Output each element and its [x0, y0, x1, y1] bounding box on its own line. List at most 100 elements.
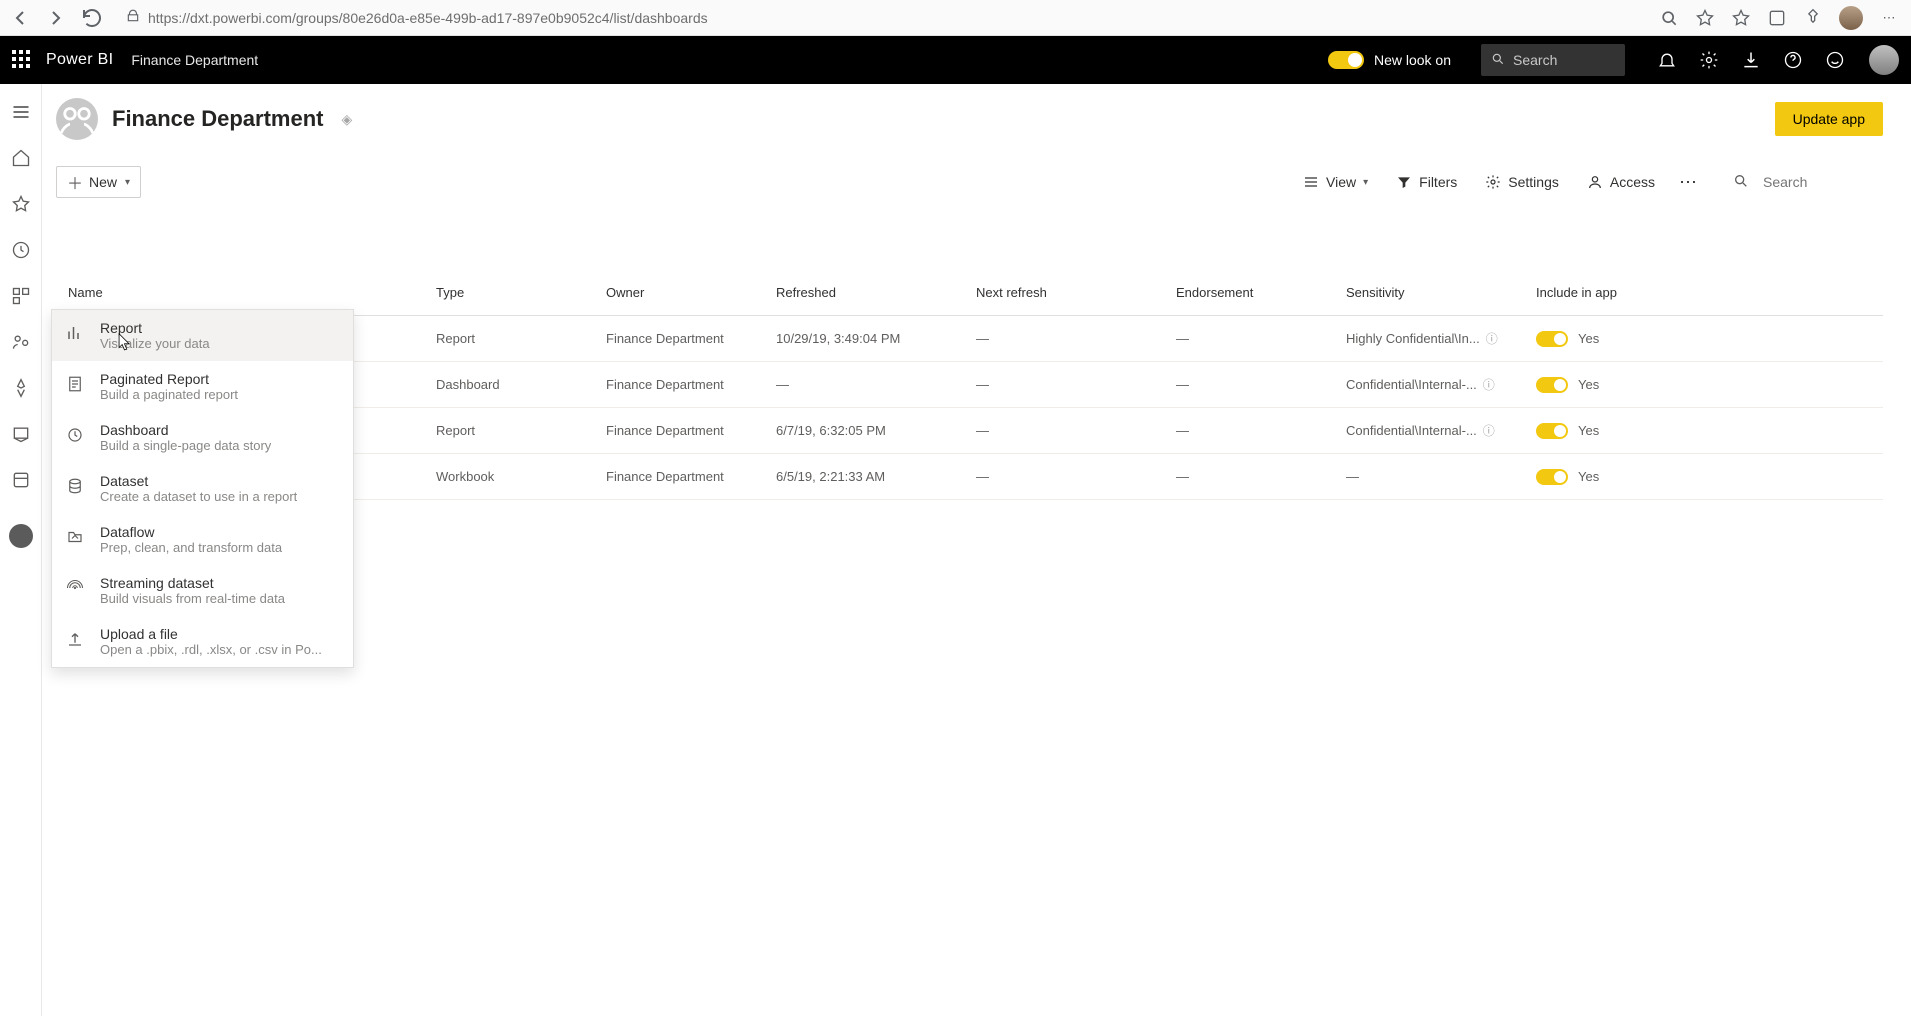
- workspace-header: Finance Department ◈ Update app: [56, 98, 1883, 140]
- view-icon: [1303, 174, 1319, 190]
- access-button[interactable]: Access: [1587, 174, 1655, 190]
- col-include[interactable]: Include in app: [1536, 285, 1883, 300]
- new-look-toggle[interactable]: [1328, 51, 1364, 69]
- new-menu-item[interactable]: Dashboard Build a single-page data story: [52, 412, 353, 463]
- col-endorsement[interactable]: Endorsement: [1176, 285, 1346, 300]
- user-avatar[interactable]: [1869, 45, 1899, 75]
- breadcrumb-context[interactable]: Finance Department: [131, 52, 258, 68]
- include-toggle[interactable]: [1536, 423, 1568, 439]
- favorites-rail-icon[interactable]: [11, 194, 31, 214]
- deployment-icon[interactable]: [11, 378, 31, 398]
- new-look-toggle-group[interactable]: New look on: [1328, 51, 1451, 69]
- help-icon[interactable]: [1783, 50, 1803, 70]
- cell-endorsement: —: [1176, 423, 1346, 438]
- cell-next-refresh: —: [976, 469, 1176, 484]
- workspace-toolbar: ＋ New ▾ View ▾ Filters Settings Access: [56, 164, 1883, 200]
- new-menu-item[interactable]: Report Visualize your data: [52, 310, 353, 361]
- new-menu-item[interactable]: Upload a file Open a .pbix, .rdl, .xlsx,…: [52, 616, 353, 667]
- col-owner[interactable]: Owner: [606, 285, 776, 300]
- global-search[interactable]: Search: [1481, 44, 1625, 76]
- menu-item-subtitle: Create a dataset to use in a report: [100, 489, 297, 504]
- col-refreshed[interactable]: Refreshed: [776, 285, 976, 300]
- browser-more-icon[interactable]: ⋯: [1879, 8, 1899, 28]
- include-label: Yes: [1578, 331, 1599, 346]
- cell-endorsement: —: [1176, 331, 1346, 346]
- menu-item-title: Dataflow: [100, 524, 282, 540]
- workspaces-icon[interactable]: [11, 470, 31, 490]
- cell-refreshed: 10/29/19, 3:49:04 PM: [776, 331, 976, 346]
- recent-icon[interactable]: [11, 240, 31, 260]
- new-menu-item[interactable]: Dataflow Prep, clean, and transform data: [52, 514, 353, 565]
- pin-icon[interactable]: [1803, 8, 1823, 28]
- cell-type: Report: [436, 423, 606, 438]
- include-label: Yes: [1578, 423, 1599, 438]
- home-icon[interactable]: [11, 148, 31, 168]
- back-button[interactable]: [8, 6, 32, 30]
- filter-icon: [1396, 174, 1412, 190]
- info-icon[interactable]: ⓘ: [1483, 376, 1495, 393]
- cell-endorsement: —: [1176, 469, 1346, 484]
- col-type[interactable]: Type: [436, 285, 606, 300]
- info-icon[interactable]: ⓘ: [1486, 330, 1498, 347]
- workspace-title: Finance Department: [112, 106, 324, 132]
- col-name[interactable]: Name: [66, 285, 436, 300]
- settings-button[interactable]: Settings: [1485, 174, 1559, 190]
- url-text: https://dxt.powerbi.com/groups/80e26d0a-…: [148, 10, 708, 26]
- star-outline-icon[interactable]: [1695, 8, 1715, 28]
- premium-diamond-icon: ◈: [342, 111, 353, 128]
- menu-item-title: Paginated Report: [100, 371, 238, 387]
- new-menu-item[interactable]: Streaming dataset Build visuals from rea…: [52, 565, 353, 616]
- menu-item-subtitle: Visualize your data: [100, 336, 210, 351]
- notifications-icon[interactable]: [1657, 50, 1677, 70]
- new-menu-item[interactable]: Dataset Create a dataset to use in a rep…: [52, 463, 353, 514]
- col-sensitivity[interactable]: Sensitivity: [1346, 285, 1536, 300]
- new-menu-item[interactable]: Paginated Report Build a paginated repor…: [52, 361, 353, 412]
- menu-item-icon: [66, 324, 84, 342]
- new-button-label: New: [89, 174, 117, 190]
- menu-item-subtitle: Prep, clean, and transform data: [100, 540, 282, 555]
- include-toggle[interactable]: [1536, 469, 1568, 485]
- browser-chrome: https://dxt.powerbi.com/groups/80e26d0a-…: [0, 0, 1911, 36]
- menu-item-title: Upload a file: [100, 626, 322, 642]
- browser-profile-avatar[interactable]: [1839, 6, 1863, 30]
- list-search[interactable]: [1733, 173, 1883, 192]
- col-next-refresh[interactable]: Next refresh: [976, 285, 1176, 300]
- cell-sensitivity: Confidential\Internal-...ⓘ: [1346, 376, 1536, 393]
- include-label: Yes: [1578, 377, 1599, 392]
- left-nav-rail: [0, 84, 42, 1016]
- cell-next-refresh: —: [976, 331, 1176, 346]
- download-icon[interactable]: [1741, 50, 1761, 70]
- cell-include: Yes: [1536, 423, 1883, 439]
- include-toggle[interactable]: [1536, 331, 1568, 347]
- more-options-button[interactable]: ⋯: [1679, 172, 1699, 193]
- address-bar[interactable]: https://dxt.powerbi.com/groups/80e26d0a-…: [116, 4, 1647, 32]
- menu-item-subtitle: Build visuals from real-time data: [100, 591, 285, 606]
- include-toggle[interactable]: [1536, 377, 1568, 393]
- cell-next-refresh: —: [976, 377, 1176, 392]
- feedback-icon[interactable]: [1825, 50, 1845, 70]
- shared-icon[interactable]: [11, 332, 31, 352]
- new-button[interactable]: ＋ New ▾: [56, 166, 141, 198]
- favorites-icon[interactable]: [1731, 8, 1751, 28]
- app-topbar: Power BI Finance Department New look on …: [0, 36, 1911, 84]
- search-icon: [1491, 52, 1505, 69]
- extensions-icon[interactable]: [1767, 8, 1787, 28]
- refresh-button[interactable]: [80, 6, 104, 30]
- view-button[interactable]: View ▾: [1303, 174, 1368, 190]
- gear-icon[interactable]: [1699, 50, 1719, 70]
- hamburger-icon[interactable]: [11, 102, 31, 122]
- current-workspace-icon[interactable]: [9, 524, 33, 548]
- update-app-button[interactable]: Update app: [1775, 102, 1883, 136]
- brand-label: Power BI: [46, 51, 113, 69]
- global-search-placeholder: Search: [1513, 52, 1557, 68]
- learn-icon[interactable]: [11, 424, 31, 444]
- filters-button[interactable]: Filters: [1396, 174, 1457, 190]
- apps-icon[interactable]: [11, 286, 31, 306]
- info-icon[interactable]: ⓘ: [1483, 422, 1495, 439]
- cell-refreshed: 6/5/19, 2:21:33 AM: [776, 469, 976, 484]
- app-launcher-icon[interactable]: [12, 50, 32, 70]
- zoom-icon[interactable]: [1659, 8, 1679, 28]
- forward-button[interactable]: [44, 6, 68, 30]
- list-search-input[interactable]: [1763, 174, 1883, 190]
- settings-label: Settings: [1508, 174, 1559, 190]
